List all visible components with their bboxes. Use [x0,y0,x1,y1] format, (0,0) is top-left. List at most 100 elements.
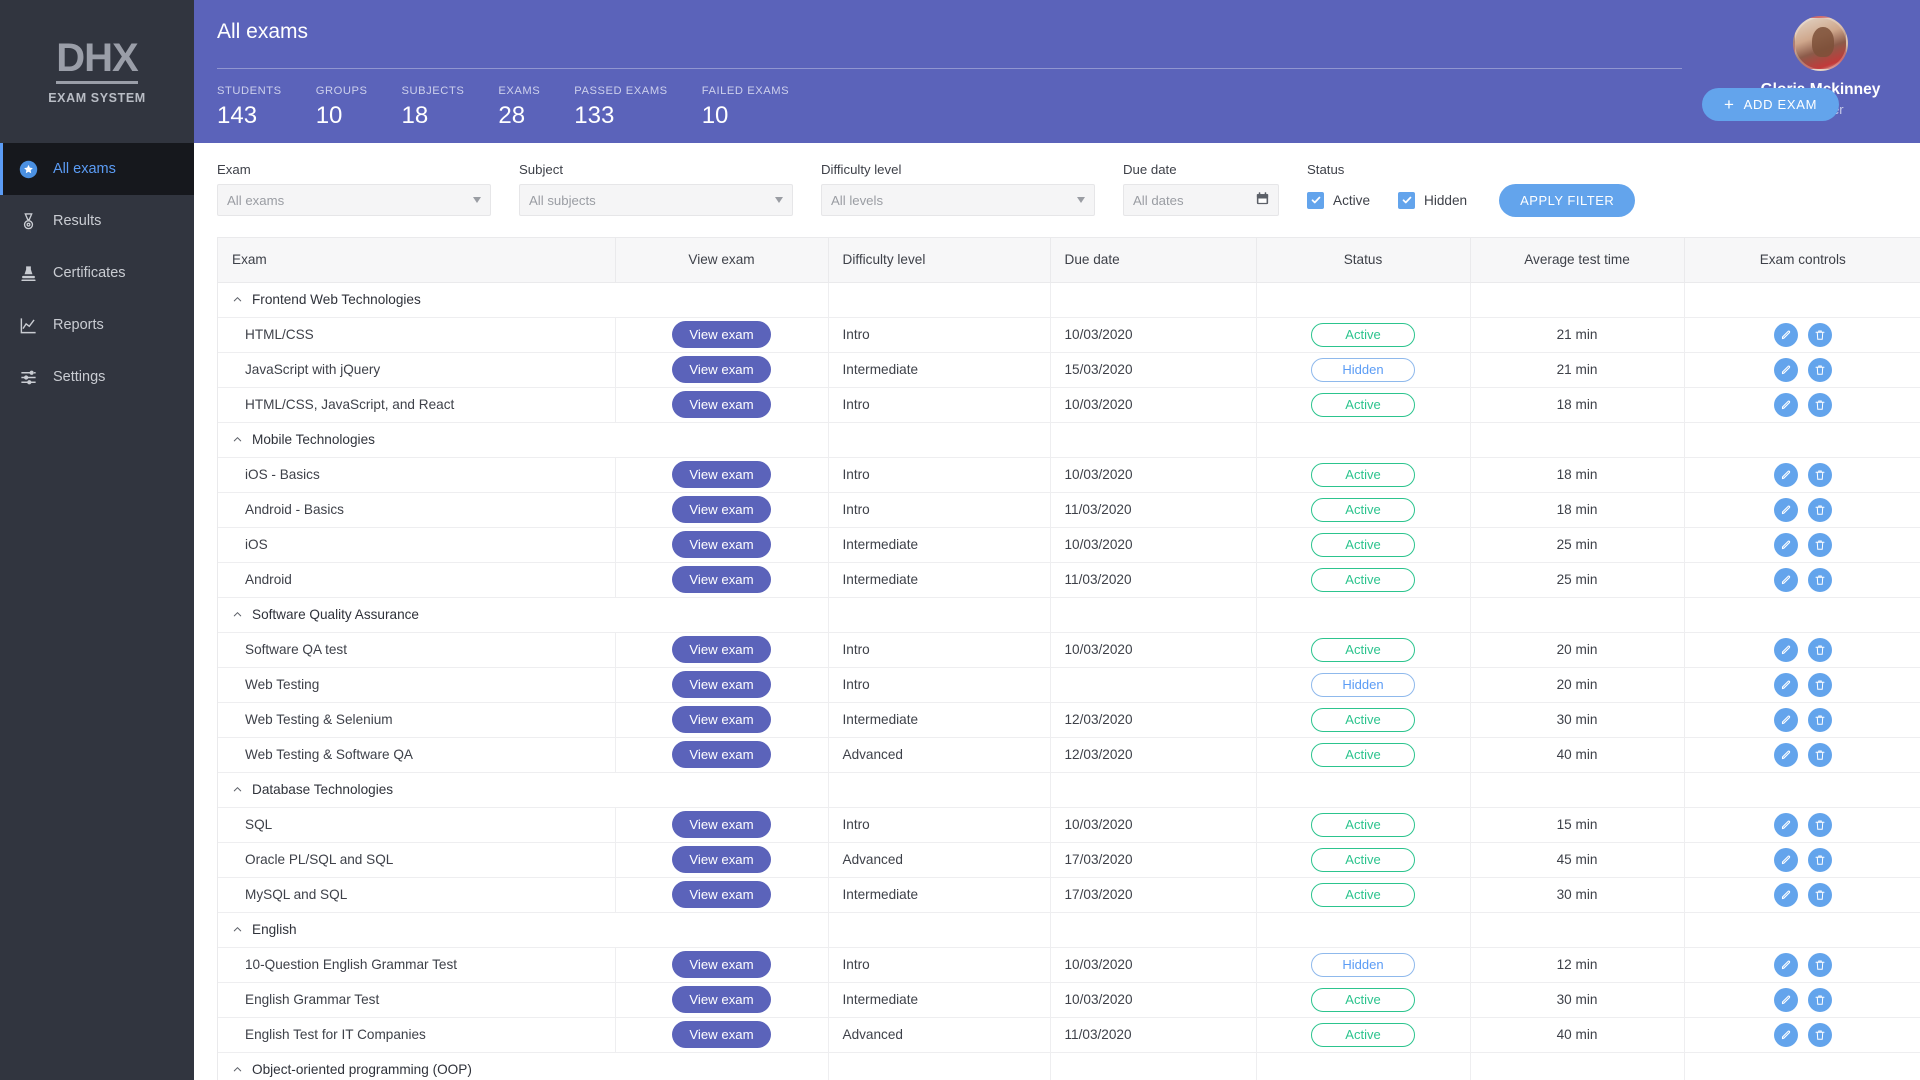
status-hidden-checkbox[interactable] [1398,191,1416,209]
table-row[interactable]: HTML/CSS View exam Intro 10/03/2020 Active 21… [218,317,1920,353]
view-exam-button[interactable]: View exam [672,671,771,698]
delete-exam-button[interactable] [1807,987,1832,1012]
view-exam-button[interactable]: View exam [672,1021,771,1048]
edit-exam-button[interactable] [1773,497,1798,522]
exam-group-name-cell[interactable]: Software Quality Assurance [218,597,615,633]
edit-exam-button[interactable] [1773,322,1798,347]
edit-exam-button[interactable] [1773,847,1798,872]
edit-exam-button[interactable] [1773,567,1798,592]
exam-group-name-cell[interactable]: English [218,912,615,948]
edit-exam-button[interactable] [1773,357,1798,382]
delete-exam-button[interactable] [1807,532,1832,557]
edit-exam-button[interactable] [1773,1022,1798,1047]
view-exam-button[interactable]: View exam [672,636,771,663]
table-row[interactable]: English Grammar Test View exam Intermediat… [218,982,1920,1018]
delete-exam-button[interactable] [1807,392,1832,417]
table-row[interactable]: MySQL and SQL View exam Intermediate 17/03/… [218,877,1920,913]
subject-select[interactable]: All subjects [519,184,793,216]
delete-exam-button[interactable] [1807,952,1832,977]
delete-exam-button[interactable] [1807,882,1832,907]
exam-group-row[interactable]: Database Technologies [218,772,1920,808]
delete-exam-button[interactable] [1807,847,1832,872]
table-row[interactable]: Android - Basics View exam Intro 11/03/2020… [218,492,1920,528]
apply-filter-button[interactable]: APPLY FILTER [1499,183,1636,217]
table-row[interactable]: Web Testing & Selenium View exam Intermedi… [218,702,1920,738]
chevron-up-icon[interactable] [232,1064,243,1075]
exam-group-name-cell[interactable]: Object-oriented programming (OOP) [218,1052,615,1080]
chevron-up-icon[interactable] [232,434,243,445]
col-due-date[interactable]: Due date [1050,238,1257,283]
table-row[interactable]: SQL View exam Intro 10/03/2020 Active 15 min [218,807,1920,843]
exam-group-row[interactable]: English [218,912,1920,948]
view-exam-button[interactable]: View exam [672,881,771,908]
delete-exam-button[interactable] [1807,812,1832,837]
exam-select[interactable]: All exams [217,184,491,216]
exam-group-name-cell[interactable]: Database Technologies [218,772,615,808]
table-row[interactable]: Oracle PL/SQL and SQL View exam Advanced 17… [218,842,1920,878]
calendar-icon[interactable] [1255,191,1270,209]
status-active-checkbox[interactable] [1307,191,1324,209]
exam-group-name-cell[interactable]: Frontend Web Technologies [218,282,615,318]
view-exam-button[interactable]: View exam [672,566,771,593]
edit-exam-button[interactable] [1773,462,1798,487]
exam-group-row[interactable]: Object-oriented programming (OOP) [218,1052,1920,1080]
chevron-up-icon[interactable] [232,784,243,795]
edit-exam-button[interactable] [1773,987,1798,1012]
delete-exam-button[interactable] [1807,637,1832,662]
edit-exam-button[interactable] [1773,392,1798,417]
add-exam-button[interactable]: + ADD EXAM [1702,88,1840,121]
delete-exam-button[interactable] [1807,322,1832,347]
col-exam-controls[interactable]: Exam controls [1684,238,1920,283]
exam-group-row[interactable]: Mobile Technologies [218,422,1920,458]
col-avg-time[interactable]: Average test time [1470,238,1685,283]
view-exam-button[interactable]: View exam [672,531,771,558]
chevron-up-icon[interactable] [232,294,243,305]
edit-exam-button[interactable] [1773,637,1798,662]
col-difficulty[interactable]: Difficulty level [828,238,1051,283]
table-row[interactable]: Android View exam Intermediate 11/03/2020 Ac… [218,562,1920,598]
exam-group-row[interactable]: Software Quality Assurance [218,597,1920,633]
table-row[interactable]: Web Testing View exam Intro Hidden 20 min [218,667,1920,703]
delete-exam-button[interactable] [1807,462,1832,487]
edit-exam-button[interactable] [1773,882,1798,907]
edit-exam-button[interactable] [1773,812,1798,837]
col-view-exam[interactable]: View exam [615,238,829,283]
edit-exam-button[interactable] [1773,742,1798,767]
table-row[interactable]: Web Testing & Software QA View exam Advanc… [218,737,1920,773]
sidebar-item-certificates[interactable]: Certificates [0,247,194,299]
sidebar-item-all-exams[interactable]: All exams [0,143,194,195]
chevron-up-icon[interactable] [232,609,243,620]
delete-exam-button[interactable] [1807,707,1832,732]
edit-exam-button[interactable] [1773,672,1798,697]
view-exam-button[interactable]: View exam [672,461,771,488]
edit-exam-button[interactable] [1773,707,1798,732]
table-row[interactable]: Software QA test View exam Intro 10/03/2020… [218,632,1920,668]
col-exam[interactable]: Exam [218,238,616,283]
col-status[interactable]: Status [1256,238,1471,283]
view-exam-button[interactable]: View exam [672,951,771,978]
table-row[interactable]: English Test for IT Companies View exam Ad… [218,1017,1920,1053]
delete-exam-button[interactable] [1807,357,1832,382]
sidebar-item-settings[interactable]: Settings [0,351,194,403]
exam-group-row[interactable]: Frontend Web Technologies [218,282,1920,318]
chevron-up-icon[interactable] [232,924,243,935]
delete-exam-button[interactable] [1807,672,1832,697]
delete-exam-button[interactable] [1807,497,1832,522]
view-exam-button[interactable]: View exam [672,356,771,383]
view-exam-button[interactable]: View exam [672,741,771,768]
table-row[interactable]: 10-Question English Grammar Test View exa… [218,947,1920,983]
user-profile[interactable]: Gloria Mckinney Teacher [1696,0,1920,143]
difficulty-select[interactable]: All levels [821,184,1095,216]
delete-exam-button[interactable] [1807,1022,1832,1047]
table-row[interactable]: iOS - Basics View exam Intro 10/03/2020 Acti… [218,457,1920,493]
table-row[interactable]: JavaScript with jQuery View exam Intermedi… [218,352,1920,388]
view-exam-button[interactable]: View exam [672,986,771,1013]
view-exam-button[interactable]: View exam [672,496,771,523]
delete-exam-button[interactable] [1807,567,1832,592]
exam-group-name-cell[interactable]: Mobile Technologies [218,422,615,458]
view-exam-button[interactable]: View exam [672,846,771,873]
view-exam-button[interactable]: View exam [672,391,771,418]
sidebar-item-reports[interactable]: Reports [0,299,194,351]
table-row[interactable]: HTML/CSS, JavaScript, and React View exam… [218,387,1920,423]
delete-exam-button[interactable] [1807,742,1832,767]
